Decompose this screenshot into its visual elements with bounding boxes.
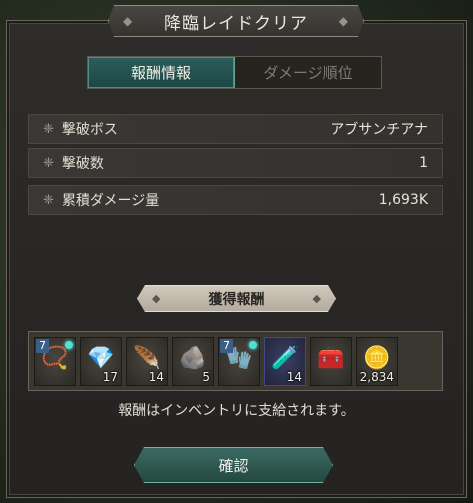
title-plate: ◆ 降臨レイドクリア ◆ — [108, 5, 364, 37]
info-row-kills-label-group: ❈ 撃破数 — [43, 153, 104, 173]
tab-bar: 報酬情報 ダメージ順位 — [87, 56, 382, 89]
delivery-notice: 報酬はインベントリに支給されます。 — [118, 403, 355, 419]
red-crystal-icon: 💎 — [87, 345, 115, 371]
reward-quantity: 5 — [202, 369, 210, 384]
sparkle-bullet-icon: ❈ — [43, 192, 54, 208]
info-row-damage-label-group: ❈ 累積ダメージ量 — [43, 190, 159, 210]
info-row-kills-label: 撃破数 — [61, 156, 104, 172]
info-row-damage: ❈ 累積ダメージ量 1,693K — [28, 185, 443, 215]
reward-item-strip: 📿 7 💎 17 🪶 14 🪨 5 🧤 7 🧪 14 🧰 🪙 2,834 — [28, 331, 443, 391]
tab-reward-info-label: 報酬情報 — [130, 64, 191, 82]
sparkle-bullet-icon: ❈ — [43, 155, 54, 171]
reward-slot[interactable]: 📿 7 — [34, 336, 76, 386]
reward-slot[interactable]: 🧤 7 — [218, 336, 260, 386]
rewards-header: 獲得報酬 — [208, 291, 265, 308]
reward-quantity: 14 — [286, 369, 302, 384]
rewards-header-plate: ◆ 獲得報酬 ◆ — [137, 285, 336, 312]
new-indicator-icon — [249, 340, 257, 349]
enhance-level-badge: 7 — [220, 338, 233, 353]
tab-damage-ranking-label: ダメージ順位 — [263, 64, 353, 82]
info-row-kills-value: 1 — [419, 155, 428, 171]
treasure-chest-icon: 🧰 — [317, 345, 345, 371]
header-ornament-left-icon: ◆ — [152, 292, 161, 305]
reward-quantity: 2,834 — [359, 369, 394, 384]
enhance-level-badge: 7 — [36, 338, 49, 353]
info-row-boss-label-group: ❈ 撃破ボス — [43, 119, 118, 139]
tab-damage-ranking[interactable]: ダメージ順位 — [235, 57, 381, 88]
red-potion-icon: 🧪 — [271, 345, 299, 371]
confirm-button-label: 確認 — [218, 456, 249, 475]
reward-quantity: 17 — [102, 369, 118, 384]
reward-slot[interactable]: 🧪 14 — [264, 336, 306, 386]
info-row-kills: ❈ 撃破数 1 — [28, 148, 443, 178]
reward-slot[interactable]: 🧰 — [310, 336, 352, 386]
header-ornament-right-icon: ◆ — [312, 292, 321, 305]
info-row-boss: ❈ 撃破ボス アブサンチアナ — [28, 114, 443, 144]
metal-ore-icon: 🪨 — [179, 345, 207, 371]
reward-slot[interactable]: 🪙 2,834 — [356, 336, 398, 386]
scale-material-icon: 🪶 — [133, 345, 161, 371]
window-title: 降臨レイドクリア — [164, 13, 308, 34]
raid-clear-panel — [6, 20, 467, 498]
sparkle-bullet-icon: ❈ — [43, 121, 54, 137]
reward-slot[interactable]: 🪨 5 — [172, 336, 214, 386]
title-ornament-right-icon: ◆ — [338, 14, 349, 28]
reward-slot[interactable]: 💎 17 — [80, 336, 122, 386]
gold-coin-icon: 🪙 — [363, 345, 391, 371]
confirm-button[interactable]: 確認 — [134, 447, 333, 483]
info-row-damage-value: 1,693K — [378, 192, 428, 208]
tab-reward-info[interactable]: 報酬情報 — [88, 57, 235, 88]
info-row-boss-label: 撃破ボス — [61, 122, 118, 138]
reward-slot[interactable]: 🪶 14 — [126, 336, 168, 386]
info-row-boss-value: アブサンチアナ — [330, 122, 428, 138]
title-ornament-left-icon: ◆ — [123, 14, 134, 28]
info-row-damage-label: 累積ダメージ量 — [61, 193, 160, 209]
new-indicator-icon — [65, 340, 73, 349]
reward-quantity: 14 — [148, 369, 164, 384]
